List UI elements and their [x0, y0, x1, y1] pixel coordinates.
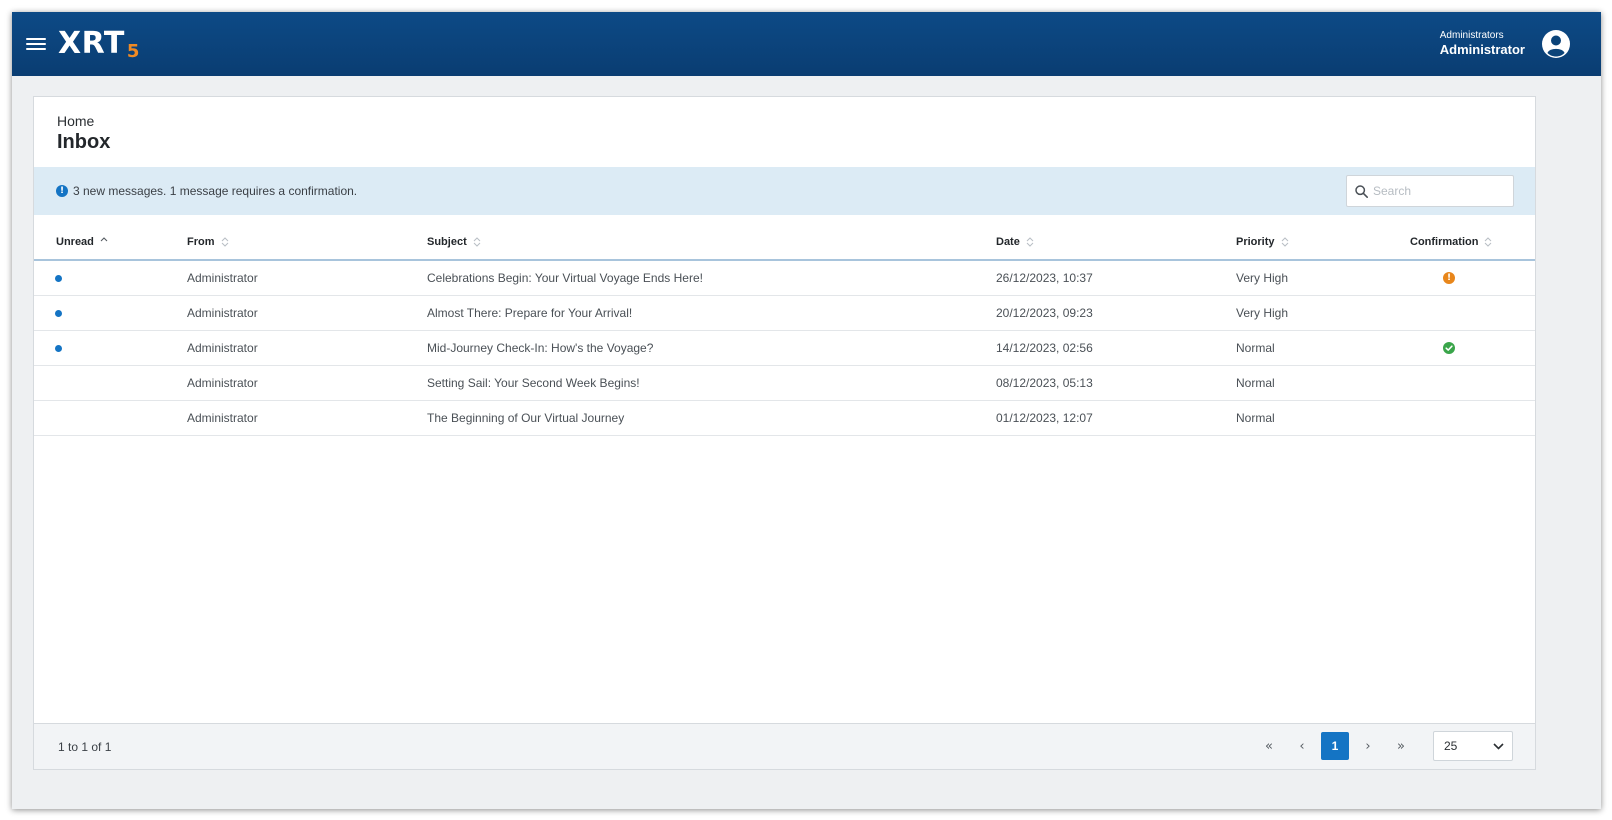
table-footer: 1 to 1 of 1 « ‹ 1 › » 25: [34, 723, 1535, 769]
table-row[interactable]: Administrator The Beginning of Our Virtu…: [34, 401, 1535, 436]
cell-from: Administrator: [187, 341, 258, 355]
cell-date: 26/12/2023, 10:37: [996, 271, 1093, 285]
column-label-from: From: [187, 236, 215, 248]
column-label-date: Date: [996, 236, 1020, 248]
cell-priority: Very High: [1236, 306, 1289, 320]
unread-dot-icon: [55, 310, 62, 317]
cell-priority: Normal: [1236, 376, 1275, 390]
sort-icon: [1026, 237, 1034, 247]
notice-text: 3 new messages. 1 message requires a con…: [73, 184, 358, 198]
breadcrumb[interactable]: Home: [57, 113, 94, 129]
previous-page-icon[interactable]: ‹: [1288, 732, 1316, 760]
cell-from: Administrator: [187, 306, 258, 320]
cell-date: 01/12/2023, 12:07: [996, 411, 1093, 425]
cell-priority: Very High: [1236, 271, 1289, 285]
cell-from: Administrator: [187, 376, 258, 390]
first-page-icon[interactable]: «: [1255, 732, 1283, 760]
cell-date: 14/12/2023, 02:56: [996, 341, 1093, 355]
cell-subject: Setting Sail: Your Second Week Begins!: [427, 376, 640, 390]
column-label-confirmation: Confirmation: [1410, 236, 1479, 248]
unread-dot-icon: [55, 345, 62, 352]
pagination-info: 1 to 1 of 1: [58, 740, 112, 754]
column-label-subject: Subject: [427, 236, 467, 248]
app-logo[interactable]: XRT 5: [58, 26, 140, 62]
user-menu[interactable]: Administrators Administrator: [1440, 12, 1571, 76]
table-row[interactable]: Administrator Almost There: Prepare for …: [34, 296, 1535, 331]
page-title: Inbox: [57, 131, 111, 153]
cell-from: Administrator: [187, 271, 258, 285]
sort-icon: [473, 237, 481, 247]
table-row[interactable]: Administrator Celebrations Begin: Your V…: [34, 261, 1535, 296]
confirmation-pending-icon[interactable]: !: [1443, 272, 1455, 284]
current-page-button[interactable]: 1: [1321, 732, 1349, 760]
search-icon: [1355, 184, 1368, 198]
cell-date: 08/12/2023, 05:13: [996, 376, 1093, 390]
cell-subject: Mid-Journey Check-In: How's the Voyage?: [427, 341, 654, 355]
table-row[interactable]: Administrator Setting Sail: Your Second …: [34, 366, 1535, 401]
confirmation-check-icon[interactable]: [1443, 342, 1455, 354]
cell-date: 20/12/2023, 09:23: [996, 306, 1093, 320]
page-size-select[interactable]: 25: [1433, 731, 1513, 761]
column-header-unread[interactable]: Unread: [56, 236, 108, 248]
column-header-from[interactable]: From: [187, 236, 229, 248]
logo-text: XRT: [58, 26, 125, 61]
column-header-confirmation[interactable]: Confirmation: [1410, 236, 1492, 248]
column-header-subject[interactable]: Subject: [427, 236, 481, 248]
cell-subject: Almost There: Prepare for Your Arrival!: [427, 306, 633, 320]
inbox-panel: Home Inbox ! 3 new messages. 1 message r…: [33, 96, 1536, 770]
table-header: Unread From Subject Date Priority Confir…: [34, 225, 1535, 261]
column-label-priority: Priority: [1236, 236, 1275, 248]
column-header-date[interactable]: Date: [996, 236, 1034, 248]
notice-bar: ! 3 new messages. 1 message requires a c…: [34, 167, 1535, 215]
search-input[interactable]: [1373, 184, 1503, 198]
unread-dot-icon: [55, 275, 62, 282]
logo-version: 5: [126, 41, 140, 62]
info-icon: !: [56, 185, 68, 197]
cell-priority: Normal: [1236, 341, 1275, 355]
page-size-value: 25: [1444, 739, 1458, 753]
user-info: Administrators Administrator: [1440, 30, 1525, 58]
cell-priority: Normal: [1236, 411, 1275, 425]
sort-ascending-icon: [100, 237, 108, 242]
sort-icon: [221, 237, 228, 247]
table-row[interactable]: Administrator Mid-Journey Check-In: How'…: [34, 331, 1535, 366]
app-window: XRT 5 Administrators Administrator Home …: [12, 12, 1601, 809]
pagination: « ‹ 1 › » 25: [1250, 731, 1513, 761]
cell-from: Administrator: [187, 411, 258, 425]
chevron-down-icon: [1493, 742, 1504, 750]
cell-subject: Celebrations Begin: Your Virtual Voyage …: [427, 271, 703, 285]
top-bar: XRT 5 Administrators Administrator: [12, 12, 1601, 76]
sort-icon: [1485, 237, 1492, 247]
user-name: Administrator: [1439, 42, 1525, 57]
user-group: Administrators: [1439, 30, 1504, 41]
search-box[interactable]: [1346, 175, 1514, 207]
column-label-unread: Unread: [56, 236, 94, 248]
last-page-icon[interactable]: »: [1387, 732, 1415, 760]
cell-subject: The Beginning of Our Virtual Journey: [427, 411, 625, 425]
sort-icon: [1281, 237, 1288, 247]
user-avatar-icon[interactable]: [1541, 29, 1571, 59]
next-page-icon[interactable]: ›: [1354, 732, 1382, 760]
column-header-priority[interactable]: Priority: [1236, 236, 1289, 248]
hamburger-menu-icon[interactable]: [26, 36, 46, 52]
